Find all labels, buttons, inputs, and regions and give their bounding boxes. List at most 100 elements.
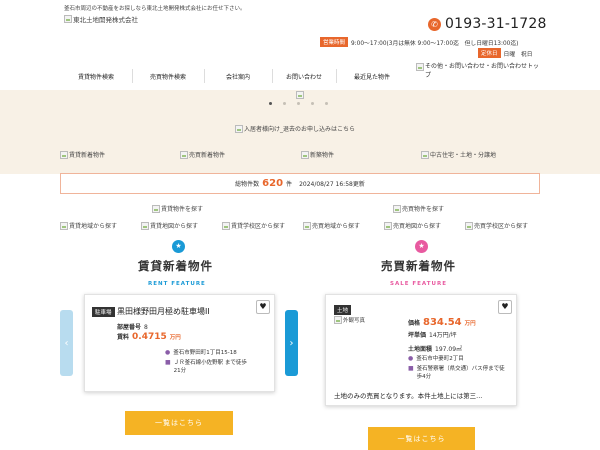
address-row: ● 釜石市野田町1丁目15-18	[165, 349, 237, 357]
sale-section-icon: ★	[415, 240, 428, 253]
map-pin-icon: ●	[165, 349, 171, 356]
rent-section-icon: ★	[172, 240, 185, 253]
land-area-value: 197.09㎡	[435, 346, 463, 353]
category-label: 新築物件	[310, 152, 335, 159]
image-icon	[180, 150, 188, 159]
favorite-heart-icon[interactable]: ♥	[498, 300, 512, 314]
image-icon	[235, 124, 243, 133]
station-row: ■ ＪＲ釜石線小佐野駅 まで徒歩21分	[165, 359, 247, 375]
property-description: 土地のみの売買となります。本件土地上には第三...	[334, 392, 483, 400]
rent-search-heading-text: 賃貸物件を探す	[161, 206, 204, 213]
image-icon	[393, 204, 401, 213]
search-link-label: 売買学校区から探す	[474, 223, 529, 230]
station-text: ＪＲ釜石線小佐野駅 まで徒歩21分	[173, 360, 247, 374]
land-area-row: 土地面積 197.09㎡	[408, 344, 462, 353]
sale-search-heading[interactable]: 売買物件を探す	[393, 204, 444, 213]
contact-top-link[interactable]: その他・お問い合わせ・お問い合わせトップ	[416, 62, 544, 80]
image-icon	[301, 150, 309, 159]
sale-property-card[interactable]: ♥ 土地 外観写真 価格 834.54 万円 坪単価 14万円/坪 土地面積 1…	[325, 294, 517, 406]
tsubo-row: 坪単価 14万円/坪	[408, 330, 457, 339]
slider-dot[interactable]	[269, 102, 272, 105]
header-tagline: 釜石市周辺の不動産をお探しなら東北土地開発株式会社にお任せ下さい。	[64, 6, 246, 12]
company-logo[interactable]: 東北土地開発株式会社	[64, 14, 138, 24]
category-rent-new[interactable]: 賃貸新着物件	[60, 150, 105, 159]
slider-dots	[269, 102, 328, 105]
sale-school-search[interactable]: 売買学校区から探す	[465, 221, 528, 230]
image-icon	[465, 221, 473, 230]
slider-dot[interactable]	[283, 102, 286, 105]
nav-recent[interactable]: 最近見た物件	[336, 66, 408, 86]
sale-list-button[interactable]: 一覧はこちら	[368, 427, 475, 450]
count-prefix: 総物件数	[235, 181, 260, 188]
room-value: 8	[144, 324, 148, 331]
phone-block[interactable]: ✆ 0193-31-1728	[428, 16, 547, 32]
rent-prev-arrow[interactable]: ‹	[60, 310, 73, 376]
sale-area-search[interactable]: 売買地域から探す	[303, 221, 360, 230]
nav-sale-search[interactable]: 売買物件検索	[132, 66, 204, 86]
category-sale-new[interactable]: 売買新着物件	[180, 150, 225, 159]
slider-dot[interactable]	[311, 102, 314, 105]
search-link-label: 賃貸学校区から探す	[231, 223, 286, 230]
category-new-build[interactable]: 新築物件	[301, 150, 334, 159]
image-icon	[334, 316, 342, 324]
category-used-land[interactable]: 中古住宅・土地・分譲地	[421, 150, 496, 159]
search-link-label: 賃貸地域から探す	[69, 223, 118, 230]
closed-text: 日曜 祝日	[503, 51, 533, 58]
image-icon	[416, 63, 424, 71]
property-count-bar: 総物件数 620 件 2024/08/27 16:58更新	[60, 173, 540, 194]
address-text: 釜石市中妻町2丁目	[416, 356, 464, 362]
sale-section-subtitle: SALE FEATURE	[390, 281, 447, 287]
rent-school-search[interactable]: 賃貸学校区から探す	[222, 221, 285, 230]
sale-section-title: 売買新着物件	[381, 259, 456, 273]
price-unit: 万円	[464, 321, 476, 327]
phone-number[interactable]: 0193-31-1728	[445, 16, 547, 32]
nav-rent-search[interactable]: 賃貸物件検索	[60, 66, 132, 86]
rent-search-heading[interactable]: 賃貸物件を探す	[152, 204, 203, 213]
contact-top-text: その他・お問い合わせ・お問い合わせトップ	[425, 63, 540, 79]
rent-unit: 万円	[169, 335, 181, 341]
rent-area-search[interactable]: 賃貸地域から探す	[60, 221, 117, 230]
rent-value: 0.4715	[132, 332, 167, 342]
count-suffix: 件	[286, 181, 293, 188]
address-text: 釜石市野田町1丁目15-18	[173, 350, 237, 356]
price-value: 834.54	[423, 317, 462, 328]
logo-alt-text: 東北土地開発株式会社	[73, 16, 138, 24]
nav-contact[interactable]: お問い合わせ	[272, 66, 336, 86]
category-label: 賃貸新着物件	[69, 152, 106, 159]
search-link-label: 売買地域から探す	[312, 223, 361, 230]
tsubo-value: 14万円/坪	[429, 332, 457, 339]
rent-next-arrow[interactable]: ›	[285, 310, 298, 376]
property-title[interactable]: 黒田様野田月極め駐車場II	[117, 306, 210, 317]
image-icon	[222, 221, 230, 230]
image-icon	[303, 221, 311, 230]
search-link-label: 売買地図から探す	[393, 223, 442, 230]
slider-dot[interactable]	[325, 102, 328, 105]
category-label: 中古住宅・土地・分譲地	[430, 152, 497, 159]
rent-list-button[interactable]: 一覧はこちら	[125, 411, 233, 435]
image-icon	[60, 221, 68, 230]
station-row: ■ 釜石警察署（県交通）バス停まで徒歩4分	[408, 365, 508, 381]
land-area-label: 土地面積	[408, 346, 433, 353]
nav-company[interactable]: 会社案内	[204, 66, 272, 86]
property-photo[interactable]: 外観写真	[334, 316, 365, 324]
bus-icon: ■	[408, 365, 414, 372]
train-icon: ■	[165, 359, 171, 366]
rent-map-search[interactable]: 賃貸地図から探す	[141, 221, 198, 230]
sale-search-heading-text: 売買物件を探す	[402, 206, 445, 213]
slider-dot[interactable]	[297, 102, 300, 105]
property-type-tag: 駐車場	[92, 307, 115, 317]
move-out-banner[interactable]: 入居者様向け_退去のお申し込みはこちら	[235, 124, 355, 133]
image-icon	[64, 15, 72, 23]
image-icon	[152, 204, 160, 213]
image-icon	[141, 221, 149, 230]
favorite-heart-icon[interactable]: ♥	[256, 300, 270, 314]
closed-tag: 定休日	[478, 48, 501, 58]
sale-map-search[interactable]: 売買地図から探す	[384, 221, 441, 230]
station-text: 釜石警察署（県交通）バス停まで徒歩4分	[416, 366, 505, 380]
rent-section-subtitle: RENT FEATURE	[148, 281, 206, 287]
property-count: 620	[262, 178, 284, 189]
rent-property-card[interactable]: ♥ 駐車場 黒田様野田月極め駐車場II 部屋番号 8 賃料 0.4715 万円 …	[84, 294, 275, 392]
map-pin-icon: ●	[408, 355, 414, 362]
hours-tag: 営業時間	[320, 37, 349, 47]
property-type-tag: 土地	[334, 305, 352, 315]
